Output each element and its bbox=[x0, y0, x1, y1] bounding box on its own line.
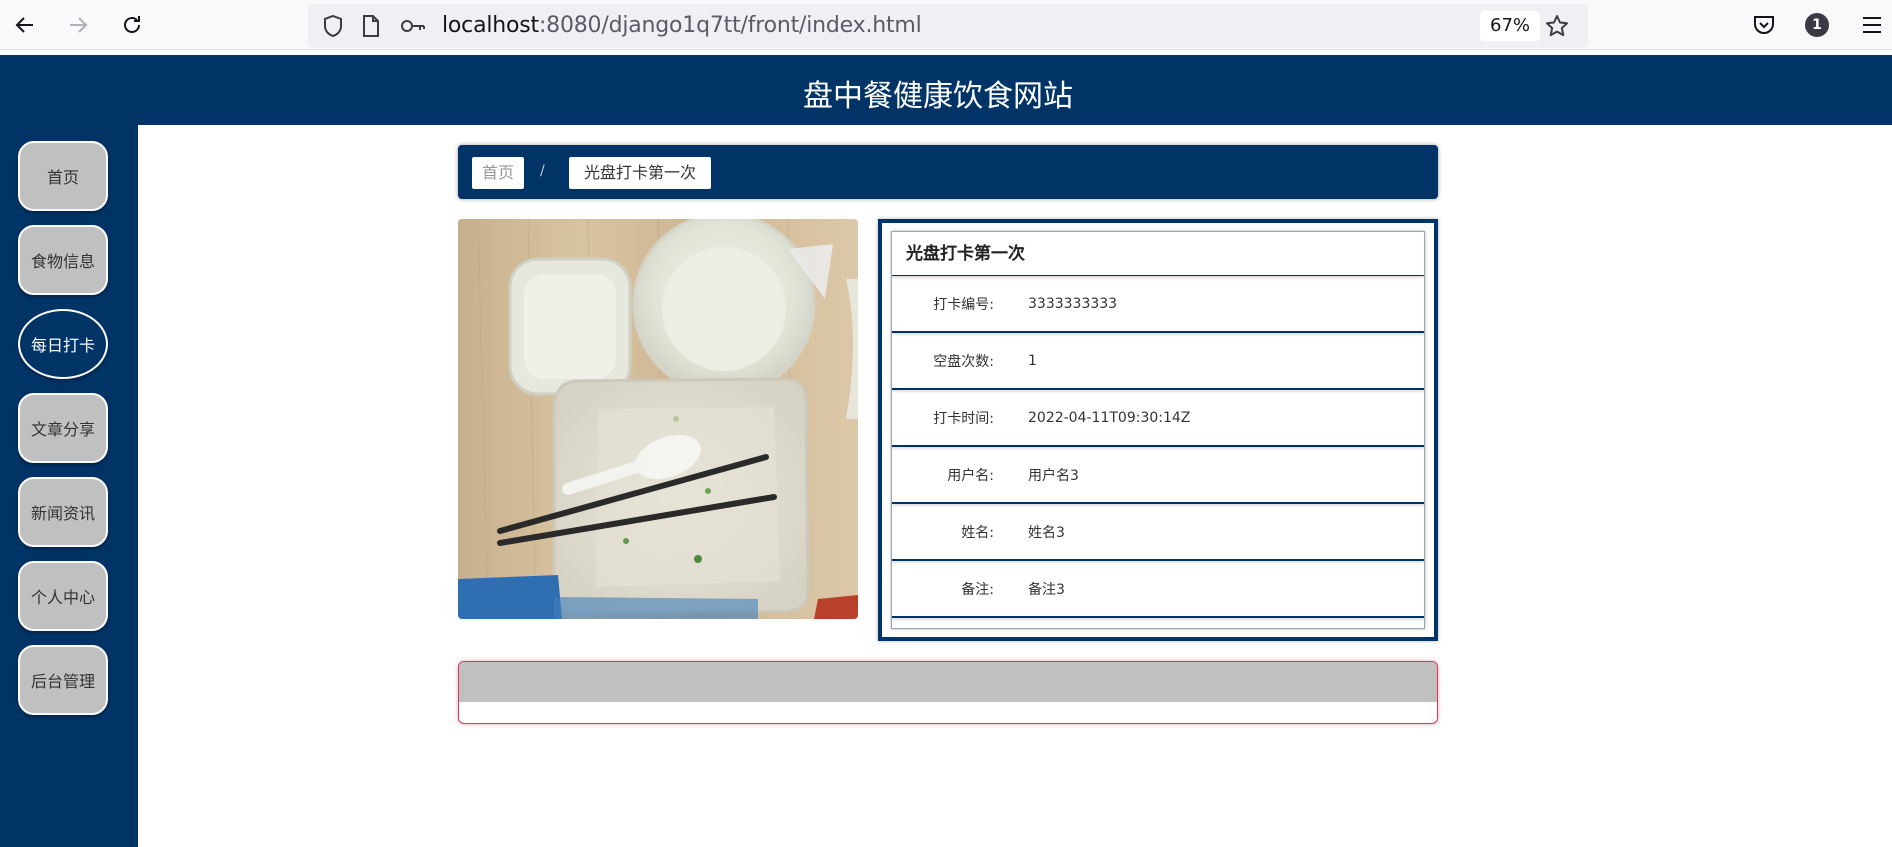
breadcrumb-separator: / bbox=[540, 163, 545, 179]
detail-row-checkin-time: 打卡时间: 2022-04-11T09:30:14Z bbox=[892, 390, 1424, 447]
detail-row-username: 用户名: 用户名3 bbox=[892, 447, 1424, 504]
zoom-level[interactable]: 67% bbox=[1480, 11, 1541, 41]
reload-icon[interactable] bbox=[115, 8, 149, 42]
url-path: :8080/django1q7tt/front/index.html bbox=[538, 13, 922, 38]
sidebar-item-article-share[interactable]: 文章分享 bbox=[18, 393, 108, 463]
detail-row-remark: 备注: 备注3 bbox=[892, 561, 1424, 618]
sidebar-item-news[interactable]: 新闻资讯 bbox=[18, 477, 108, 547]
detail-table: 光盘打卡第一次 打卡编号: 3333333333 空盘次数: 1 打卡时间: 2… bbox=[891, 231, 1425, 629]
sidebar-item-personal-center[interactable]: 个人中心 bbox=[18, 561, 108, 631]
sidebar-item-home[interactable]: 首页 bbox=[18, 141, 108, 211]
forward-icon[interactable] bbox=[61, 8, 95, 42]
sidebar-item-food-info[interactable]: 食物信息 bbox=[18, 225, 108, 295]
detail-label: 备注: bbox=[961, 581, 994, 598]
key-icon[interactable] bbox=[400, 13, 426, 39]
sidebar-item-admin[interactable]: 后台管理 bbox=[18, 645, 108, 715]
detail-label: 用户名: bbox=[947, 467, 994, 484]
detail-value: 1 bbox=[1028, 352, 1037, 369]
detail-row-empty bbox=[892, 618, 1424, 628]
detail-row-checkin-id: 打卡编号: 3333333333 bbox=[892, 276, 1424, 333]
detail-label: 打卡编号: bbox=[933, 296, 994, 313]
detail-value: 2022-04-11T09:30:14Z bbox=[1028, 409, 1191, 426]
detail-value: 3333333333 bbox=[1028, 295, 1118, 312]
breadcrumb: 首页 / 光盘打卡第一次 bbox=[458, 145, 1438, 199]
sidebar-item-daily-checkin[interactable]: 每日打卡 bbox=[18, 309, 108, 379]
site-header: 盘中餐健康饮食网站 bbox=[0, 55, 1892, 125]
browser-toolbar: localhost:8080/django1q7tt/front/index.h… bbox=[0, 0, 1892, 50]
account-badge[interactable]: 1 bbox=[1800, 8, 1834, 42]
shield-icon[interactable] bbox=[320, 13, 346, 39]
breadcrumb-home-link[interactable]: 首页 bbox=[472, 157, 525, 189]
detail-label: 空盘次数: bbox=[933, 353, 994, 370]
detail-row-name: 姓名: 姓名3 bbox=[892, 504, 1424, 561]
detail-label: 姓名: bbox=[961, 524, 994, 541]
page-icon[interactable] bbox=[358, 13, 384, 39]
checkin-photo bbox=[458, 219, 858, 619]
detail-label: 打卡时间: bbox=[933, 410, 994, 427]
detail-value: 用户名3 bbox=[1028, 467, 1079, 484]
detail-row-empty-plate-count: 空盘次数: 1 bbox=[892, 333, 1424, 390]
site-title: 盘中餐健康饮食网站 bbox=[803, 79, 1073, 114]
menu-icon[interactable] bbox=[1855, 8, 1889, 42]
detail-card: 光盘打卡第一次 打卡编号: 3333333333 空盘次数: 1 打卡时间: 2… bbox=[878, 219, 1438, 641]
url-text[interactable]: localhost:8080/django1q7tt/front/index.h… bbox=[442, 13, 922, 38]
comment-section-header bbox=[459, 662, 1437, 702]
notification-count: 1 bbox=[1805, 13, 1829, 37]
star-icon[interactable] bbox=[1544, 13, 1570, 39]
breadcrumb-current: 光盘打卡第一次 bbox=[569, 157, 712, 189]
detail-title: 光盘打卡第一次 bbox=[892, 232, 1424, 276]
detail-value: 备注3 bbox=[1028, 581, 1065, 598]
back-icon[interactable] bbox=[8, 8, 42, 42]
sidebar: 首页 食物信息 每日打卡 文章分享 新闻资讯 个人中心 后台管理 bbox=[0, 125, 138, 847]
url-bar[interactable]: localhost:8080/django1q7tt/front/index.h… bbox=[308, 4, 1588, 48]
detail-value: 姓名3 bbox=[1028, 524, 1065, 541]
pocket-icon[interactable] bbox=[1747, 8, 1781, 42]
url-host: localhost bbox=[442, 13, 539, 38]
comment-section bbox=[458, 661, 1438, 724]
